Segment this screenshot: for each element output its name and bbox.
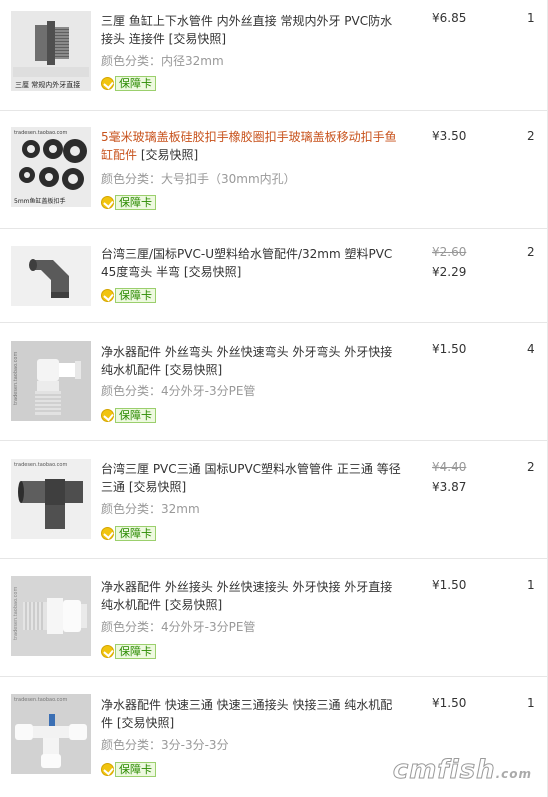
unit-price: ¥1.50 (432, 339, 466, 359)
svg-text:tradesen.taobao.com: tradesen.taobao.com (13, 352, 19, 405)
product-attribute: 颜色分类：内径32mm (101, 54, 224, 68)
product-thumbnail[interactable]: tradesen.taobao.com 5mm鱼缸盖板扣手 (11, 127, 91, 207)
current-price: ¥6.85 (432, 11, 467, 25)
quantity: 2 (527, 460, 535, 474)
product-thumbnail[interactable]: tradesen.taobao.com (11, 459, 91, 539)
svg-text:tradesen.taobao.com: tradesen.taobao.com (13, 587, 19, 640)
unit-price: ¥6.85 (432, 8, 466, 28)
original-price: ¥2.60 (432, 245, 467, 259)
product-attribute: 颜色分类：4分外牙-3分PE管 (101, 384, 256, 398)
svg-text:5mm鱼缸盖板扣手: 5mm鱼缸盖板扣手 (14, 197, 66, 205)
guarantee-badge[interactable]: 保障卡 (101, 194, 156, 210)
order-item-row: tradesen.taobao.com 5mm鱼缸盖板扣手 5毫米玻璃盖板硅胶扣… (0, 111, 548, 229)
snapshot-link[interactable]: [交易快照] (184, 265, 241, 279)
product-title[interactable]: 净水器配件 快速三通 快速三通接头 快接三通 纯水机配件 [交易快照] (101, 696, 401, 732)
product-title-link[interactable]: 台湾三厘/国标PVC-U塑料给水管配件/32mm 塑料PVC 45度弯头 半弯 (101, 247, 392, 279)
guarantee-label: 保障卡 (115, 75, 156, 91)
product-title-link[interactable]: 三厘 鱼缸上下水管件 内外丝直接 常规内外牙 PVC防水接头 连接件 (101, 14, 392, 46)
guarantee-badge[interactable]: 保障卡 (101, 287, 156, 303)
product-attribute: 颜色分类：大号扣手（30mm内孔） (101, 172, 296, 186)
current-price: ¥1.50 (432, 342, 467, 356)
svg-text:tradesen.taobao.com: tradesen.taobao.com (14, 462, 67, 468)
product-thumbnail[interactable]: tradesen.taobao.com (11, 341, 91, 421)
product-title-link[interactable]: 净水器配件 外丝弯头 外丝快速弯头 外牙弯头 外牙快接 纯水机配件 (101, 345, 392, 377)
guarantee-label: 保障卡 (115, 643, 156, 659)
product-thumbnail[interactable]: tradesen.taobao.com (11, 576, 91, 656)
order-item-row: 台湾三厘/国标PVC-U塑料给水管配件/32mm 塑料PVC 45度弯头 半弯 … (0, 229, 548, 323)
guarantee-icon (101, 526, 114, 540)
product-attribute: 颜色分类：32mm (101, 502, 200, 516)
current-price: ¥1.50 (432, 578, 467, 592)
snapshot-link[interactable]: [交易快照] (129, 480, 186, 494)
guarantee-label: 保障卡 (115, 525, 156, 541)
site-watermark: cmfish.com (392, 755, 532, 786)
product-title[interactable]: 台湾三厘/国标PVC-U塑料给水管配件/32mm 塑料PVC 45度弯头 半弯 … (101, 245, 401, 281)
original-price: ¥4.40 (432, 460, 467, 474)
site-watermark-text: cmfish (392, 755, 496, 786)
quantity: 1 (527, 11, 535, 25)
product-attribute: 颜色分类：4分外牙-3分PE管 (101, 620, 256, 634)
current-price: ¥3.50 (432, 129, 467, 143)
guarantee-label: 保障卡 (115, 407, 156, 423)
unit-price: ¥4.40 ¥3.87 (432, 457, 466, 497)
product-thumbnail[interactable] (11, 246, 91, 306)
guarantee-badge[interactable]: 保障卡 (101, 761, 156, 777)
unit-price: ¥1.50 (432, 575, 466, 595)
snapshot-link[interactable]: [交易快照] (117, 716, 174, 730)
guarantee-icon (101, 408, 114, 422)
quantity: 1 (527, 696, 535, 710)
product-thumbnail[interactable]: 三厘 常规内外牙直接 (11, 11, 91, 91)
quantity: 2 (527, 245, 535, 259)
quantity: 4 (527, 342, 535, 356)
guarantee-label: 保障卡 (115, 194, 156, 210)
product-title[interactable]: 净水器配件 外丝接头 外丝快速接头 外牙快接 外牙直接 纯水机配件 [交易快照] (101, 578, 401, 614)
unit-price: ¥2.60 ¥2.29 (432, 242, 466, 282)
current-price: ¥1.50 (432, 696, 467, 710)
order-item-row: 三厘 常规内外牙直接 三厘 鱼缸上下水管件 内外丝直接 常规内外牙 PVC防水接… (0, 0, 548, 111)
guarantee-badge[interactable]: 保障卡 (101, 75, 156, 91)
unit-price: ¥1.50 (432, 693, 466, 713)
guarantee-badge[interactable]: 保障卡 (101, 525, 156, 541)
product-title[interactable]: 5毫米玻璃盖板硅胶扣手橡胶圈扣手玻璃盖板移动扣手鱼缸配件 [交易快照] (101, 128, 401, 164)
site-watermark-suffix: .com (495, 767, 532, 781)
guarantee-label: 保障卡 (115, 287, 156, 303)
snapshot-link[interactable]: [交易快照] (169, 32, 226, 46)
snapshot-link[interactable]: [交易快照] (141, 148, 198, 162)
snapshot-link[interactable]: [交易快照] (165, 598, 222, 612)
quantity: 2 (527, 129, 535, 143)
product-title[interactable]: 三厘 鱼缸上下水管件 内外丝直接 常规内外牙 PVC防水接头 连接件 [交易快照… (101, 12, 401, 48)
guarantee-icon (101, 644, 114, 658)
quantity: 1 (527, 578, 535, 592)
product-attribute: 颜色分类：3分-3分-3分 (101, 738, 229, 752)
unit-price: ¥3.50 (432, 126, 466, 146)
order-item-row: tradesen.taobao.com 台湾三厘 PVC三通 国标UPVC塑料水… (0, 441, 548, 559)
guarantee-icon (101, 288, 114, 302)
guarantee-label: 保障卡 (115, 761, 156, 777)
order-item-row: tradesen.taobao.com 净水器配件 外丝接头 外丝快速接头 外牙… (0, 559, 548, 677)
svg-text:三厘 常规内外牙直接: 三厘 常规内外牙直接 (15, 80, 80, 89)
product-thumbnail[interactable]: tradesen.taobao.com (11, 694, 91, 774)
guarantee-icon (101, 195, 114, 209)
guarantee-icon (101, 76, 114, 90)
guarantee-badge[interactable]: 保障卡 (101, 407, 156, 423)
order-item-row: tradesen.taobao.com 净水器配件 外丝弯头 外丝快速弯头 外牙… (0, 323, 548, 441)
svg-text:tradesen.taobao.com: tradesen.taobao.com (14, 697, 67, 703)
svg-text:tradesen.taobao.com: tradesen.taobao.com (14, 130, 67, 136)
snapshot-link[interactable]: [交易快照] (165, 363, 222, 377)
product-title-link[interactable]: 净水器配件 外丝接头 外丝快速接头 外牙快接 外牙直接 纯水机配件 (101, 580, 392, 612)
product-title[interactable]: 净水器配件 外丝弯头 外丝快速弯头 外牙弯头 外牙快接 纯水机配件 [交易快照] (101, 343, 401, 379)
guarantee-icon (101, 762, 114, 776)
order-item-list: 三厘 常规内外牙直接 三厘 鱼缸上下水管件 内外丝直接 常规内外牙 PVC防水接… (0, 0, 548, 795)
guarantee-badge[interactable]: 保障卡 (101, 643, 156, 659)
current-price: ¥2.29 (432, 265, 467, 279)
current-price: ¥3.87 (432, 480, 467, 494)
product-title[interactable]: 台湾三厘 PVC三通 国标UPVC塑料水管管件 正三通 等径三通 [交易快照] (101, 460, 401, 496)
